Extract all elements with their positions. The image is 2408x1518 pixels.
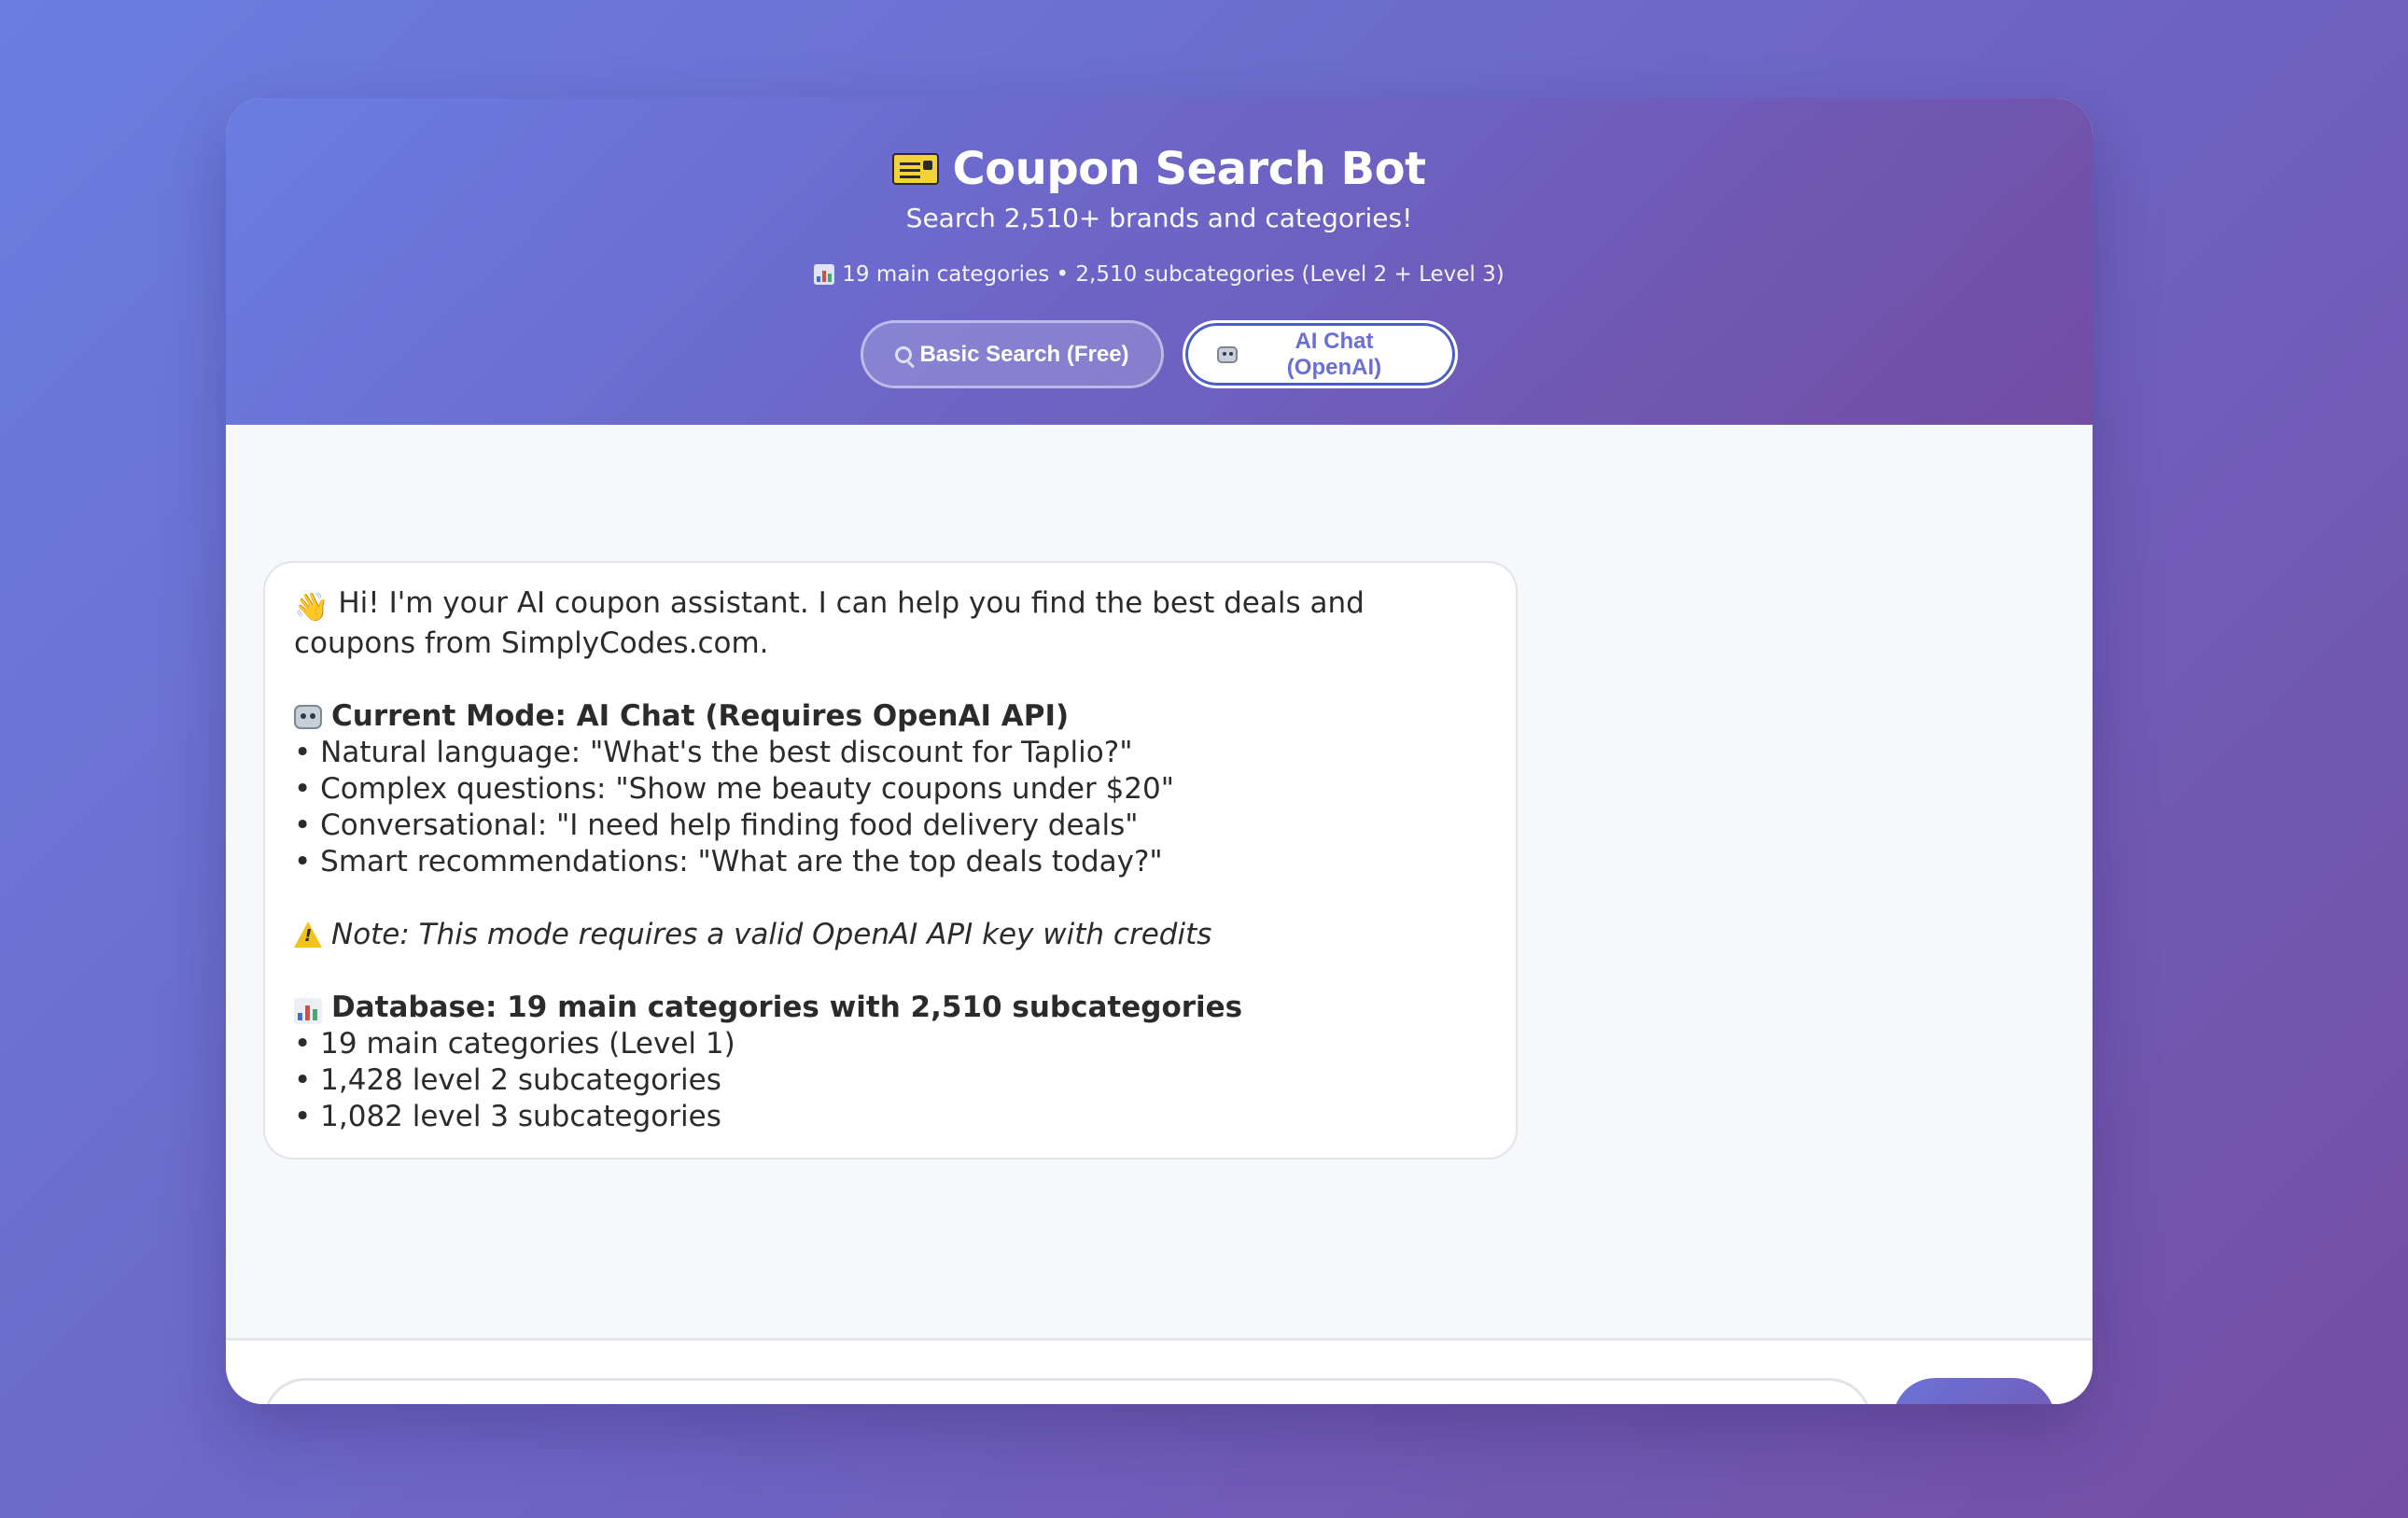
ticket-icon	[892, 153, 940, 185]
bar-chart-icon	[814, 264, 835, 285]
db-point: • 1,428 level 2 subcategories	[294, 1063, 721, 1097]
db-point: • 1,082 level 3 subcategories	[294, 1100, 721, 1133]
mode-point: • Complex questions: "Show me beauty cou…	[294, 772, 1175, 806]
app-header: Coupon Search Bot Search 2,510+ brands a…	[226, 98, 2093, 425]
robot-icon	[1217, 345, 1238, 363]
waving-hand-icon: 👋	[294, 591, 329, 624]
stats-text: 19 main categories • 2,510 subcategories…	[842, 262, 1505, 287]
db-point: • 19 main categories (Level 1)	[294, 1027, 735, 1061]
chat-input[interactable]	[263, 1378, 1871, 1404]
stats-line: 19 main categories • 2,510 subcategories…	[226, 262, 2093, 287]
mode-toggle: Basic Search (Free) AI Chat (OpenAI)	[226, 320, 2093, 388]
ai-chat-mode-button[interactable]: AI Chat (OpenAI)	[1183, 320, 1458, 388]
mode-heading: Current Mode: AI Chat (Requires OpenAI A…	[331, 699, 1070, 733]
chat-input-bar: Send	[226, 1341, 2093, 1404]
intro-text: Hi! I'm your AI coupon assistant. I can …	[294, 586, 1365, 660]
mode-heading-line: Current Mode: AI Chat (Requires OpenAI A…	[294, 698, 1487, 735]
note-line: Note: This mode requires a valid OpenAI …	[294, 917, 1487, 953]
db-heading-line: Database: 19 main categories with 2,510 …	[294, 990, 1487, 1026]
chat-app-window: Coupon Search Bot Search 2,510+ brands a…	[226, 98, 2093, 1404]
note-text: Note: This mode requires a valid OpenAI …	[331, 918, 1212, 951]
bot-message: 👋 Hi! I'm your AI coupon assistant. I can…	[263, 561, 1518, 1160]
basic-search-mode-label: Basic Search (Free)	[919, 341, 1129, 367]
robot-icon	[294, 705, 322, 729]
bar-chart-icon	[294, 998, 322, 1024]
title-row: Coupon Search Bot	[226, 134, 2093, 204]
warning-icon	[294, 921, 322, 948]
mode-point: • Smart recommendations: "What are the t…	[294, 845, 1163, 878]
db-heading: Database: 19 main categories with 2,510 …	[331, 991, 1243, 1024]
basic-search-mode-button[interactable]: Basic Search (Free)	[861, 320, 1164, 388]
send-button[interactable]: Send	[1893, 1378, 2055, 1404]
mode-point: • Natural language: "What's the best dis…	[294, 736, 1133, 769]
intro-line: 👋 Hi! I'm your AI coupon assistant. I can…	[294, 585, 1487, 662]
ai-chat-mode-label: AI Chat (OpenAI)	[1286, 328, 1382, 380]
chat-messages-area[interactable]: 👋 Hi! I'm your AI coupon assistant. I can…	[226, 425, 2093, 1341]
page-subtitle: Search 2,510+ brands and categories!	[905, 203, 1413, 233]
magnifier-icon	[895, 345, 913, 363]
mode-point: • Conversational: "I need help finding f…	[294, 808, 1139, 842]
page-title: Coupon Search Bot	[952, 143, 1426, 195]
